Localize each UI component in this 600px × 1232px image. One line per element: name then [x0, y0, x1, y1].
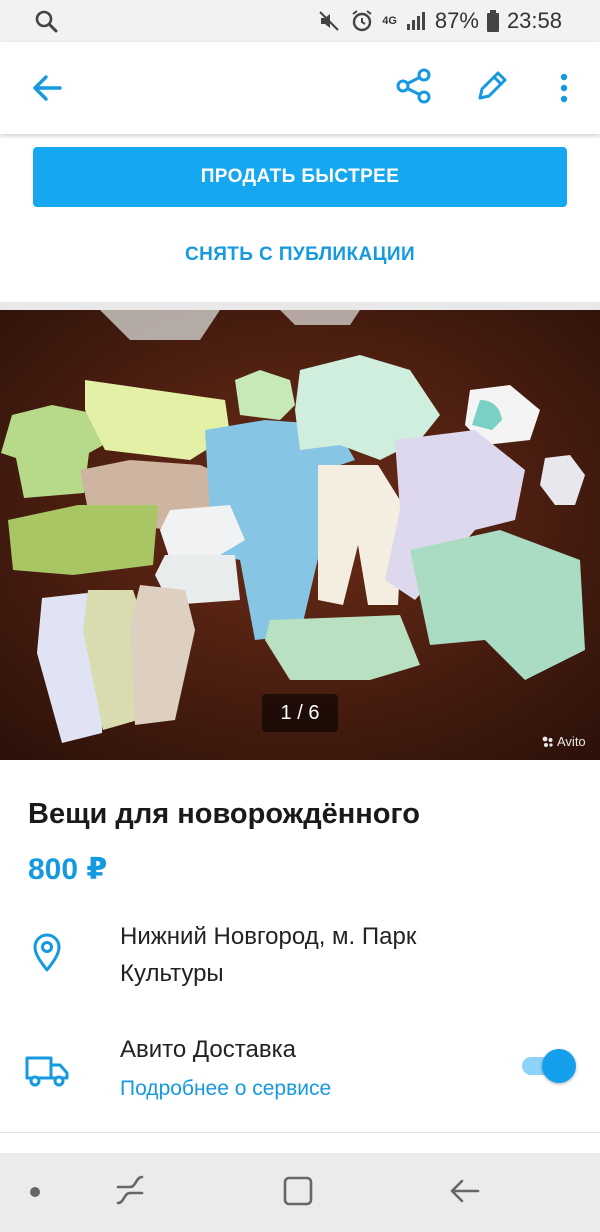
watermark-text: Avito: [557, 734, 586, 749]
delivery-details-link[interactable]: Подробнее о сервисе: [120, 1077, 331, 1101]
sell-faster-button[interactable]: ПРОДАТЬ БЫСТРЕЕ: [33, 147, 567, 207]
signal-icon: [405, 10, 427, 32]
photo-counter: 1 / 6: [262, 694, 338, 732]
system-nav-bar: [0, 1153, 600, 1232]
unpublish-button[interactable]: СНЯТЬ С ПУБЛИКАЦИИ: [33, 228, 567, 282]
network-label: 4G: [382, 15, 397, 27]
listing-location[interactable]: Нижний Новгород, м. Парк Культуры: [120, 918, 500, 992]
listing-photo[interactable]: [0, 310, 600, 760]
back-arrow-icon[interactable]: [28, 68, 68, 108]
nav-home-icon[interactable]: [282, 1173, 314, 1214]
share-icon[interactable]: [394, 66, 434, 106]
photo-illustration: [0, 310, 600, 760]
nav-back-icon[interactable]: [448, 1173, 482, 1214]
truck-icon: [24, 1052, 70, 1088]
clock: 23:58: [506, 8, 562, 33]
listing-title: Вещи для новорождённого: [28, 798, 420, 830]
section-separator: [0, 302, 600, 310]
more-vert-icon[interactable]: [552, 68, 576, 108]
nav-recent-icon[interactable]: [114, 1173, 146, 1214]
app-bar: [0, 42, 600, 134]
mute-icon: [318, 10, 342, 32]
search-icon[interactable]: [34, 9, 58, 38]
status-bar: 4G 87% 23:58: [0, 0, 600, 42]
delivery-title: Авито Доставка: [120, 1036, 296, 1063]
divider: [0, 1132, 600, 1133]
battery-percent: 87%: [434, 8, 479, 33]
battery-icon: [486, 10, 499, 32]
listing-price: 800 ₽: [28, 853, 108, 886]
location-pin-icon: [30, 932, 64, 972]
avito-logo-icon: [542, 736, 553, 747]
toggle-thumb: [542, 1049, 576, 1083]
nav-dot-icon[interactable]: [28, 1185, 42, 1204]
edit-pencil-icon[interactable]: [472, 66, 512, 106]
avito-watermark: Avito: [542, 734, 586, 749]
delivery-toggle[interactable]: [520, 1049, 576, 1083]
alarm-icon: [350, 9, 374, 33]
